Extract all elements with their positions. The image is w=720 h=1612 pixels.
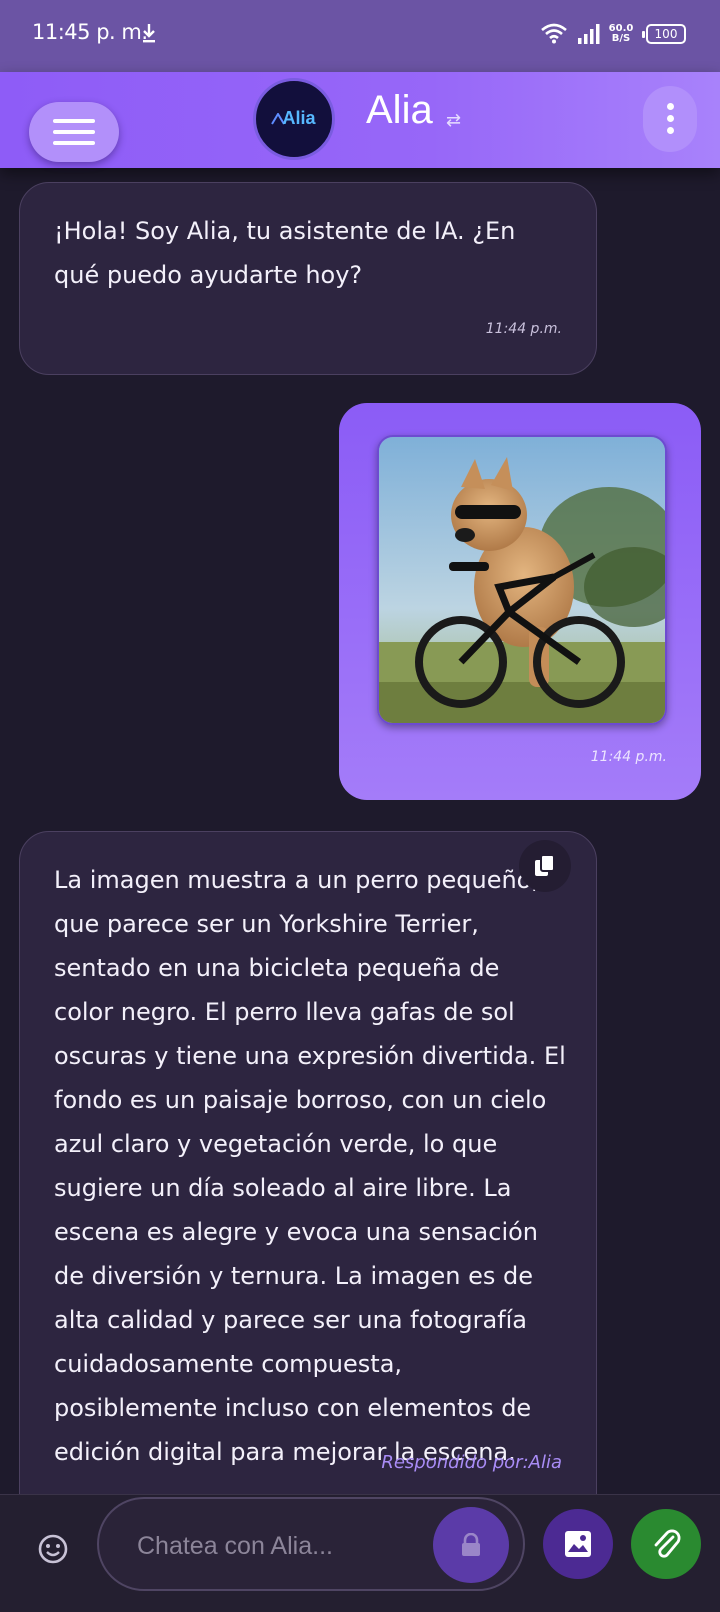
copy-icon <box>535 854 555 876</box>
assistant-message: La imagen muestra a un perro pequeño, qu… <box>19 831 597 1511</box>
menu-icon-bar <box>53 119 95 123</box>
copy-button[interactable] <box>519 840 571 892</box>
avatar-text: Alia <box>282 108 316 128</box>
send-locked-button[interactable] <box>433 1507 509 1583</box>
dog-on-bicycle-photo[interactable] <box>377 435 667 725</box>
download-icon <box>143 24 155 43</box>
menu-icon-bar <box>53 130 95 134</box>
message-time: 11:44 p.m. <box>485 321 562 337</box>
emoji-icon[interactable] <box>37 1533 69 1565</box>
message-text: ¡Hola! Soy Alia, tu asistente de IA. ¿En… <box>54 217 516 289</box>
menu-icon-bar <box>53 141 95 145</box>
swap-icon[interactable]: ⇄ <box>446 110 461 131</box>
message-time: 11:44 p.m. <box>590 749 667 765</box>
battery-icon: 100 <box>642 24 686 44</box>
paperclip-icon <box>654 1529 681 1558</box>
more-options-button[interactable] <box>643 86 697 152</box>
attach-button[interactable] <box>631 1509 701 1579</box>
image-button[interactable] <box>543 1509 613 1579</box>
chat-input-container <box>97 1497 525 1591</box>
chat-input[interactable] <box>135 1525 419 1567</box>
page-title: Alia <box>366 88 433 132</box>
net-speed: 60.0 B/S <box>606 24 636 44</box>
app-header: Alia Alia ⇄ <box>0 72 720 168</box>
avatar[interactable]: Alia <box>253 78 335 160</box>
more-vert-icon <box>667 115 674 122</box>
wifi-icon <box>541 23 567 44</box>
more-vert-icon <box>667 103 674 110</box>
net-speed-unit: B/S <box>611 33 631 44</box>
message-text: La imagen muestra a un perro pequeño, qu… <box>54 866 566 1466</box>
composer-bar <box>0 1494 720 1612</box>
battery-level: 100 <box>654 27 678 41</box>
more-vert-icon <box>667 127 674 134</box>
lock-icon <box>462 1533 480 1556</box>
image-icon <box>565 1531 591 1557</box>
assistant-message: ¡Hola! Soy Alia, tu asistente de IA. ¿En… <box>19 182 597 375</box>
photo-image <box>379 437 665 723</box>
user-message: 11:44 p.m. <box>339 403 701 800</box>
answered-by-label: Respondido por:Alia <box>381 1452 562 1473</box>
status-time: 11:45 p. m. <box>32 20 148 44</box>
signal-icon <box>578 24 600 44</box>
menu-button[interactable] <box>29 102 119 162</box>
status-bar: 11:45 p. m. 60.0 B/S 100 <box>0 0 720 72</box>
